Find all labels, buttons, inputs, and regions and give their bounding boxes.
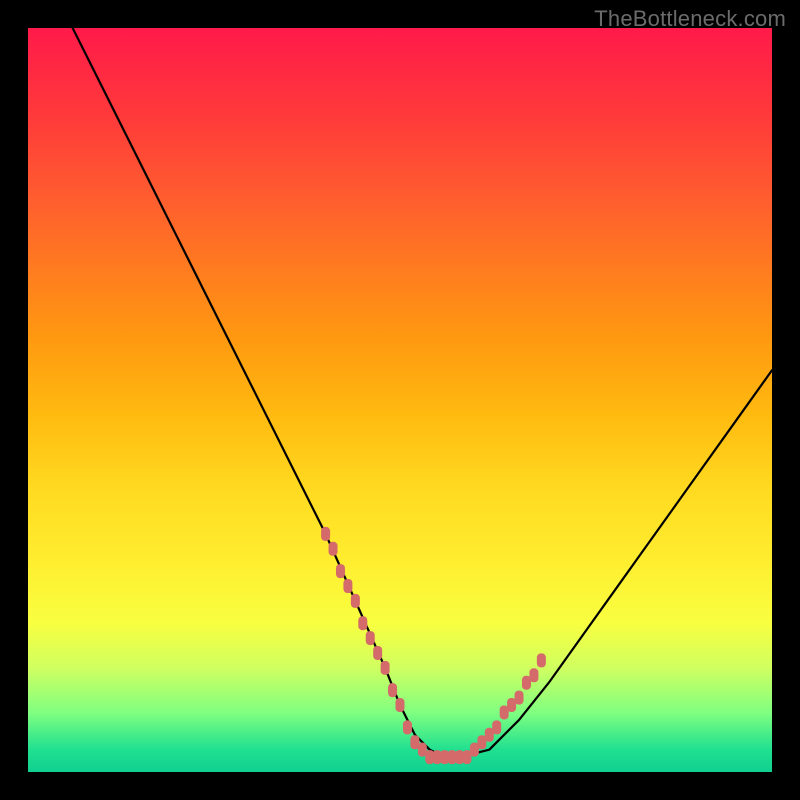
highlight-dot [396,698,405,712]
highlight-dot [388,683,397,697]
highlight-dot [329,542,338,556]
watermark: TheBottleneck.com [594,6,786,32]
highlight-dot [537,653,546,667]
highlight-dot [529,668,538,682]
chart-container: TheBottleneck.com [0,0,800,800]
curve-layer [28,28,772,772]
highlight-dot [358,616,367,630]
highlight-dot [373,646,382,660]
highlight-dot [492,720,501,734]
highlight-dot [351,594,360,608]
highlight-dot [321,527,330,541]
highlight-dot [343,579,352,593]
highlight-dot [366,631,375,645]
highlight-dot [381,661,390,675]
highlight-dot [515,691,524,705]
highlight-dots [321,527,546,764]
highlight-dot [336,564,345,578]
plot-area [28,28,772,772]
bottleneck-curve [73,28,772,757]
highlight-dot [403,720,412,734]
